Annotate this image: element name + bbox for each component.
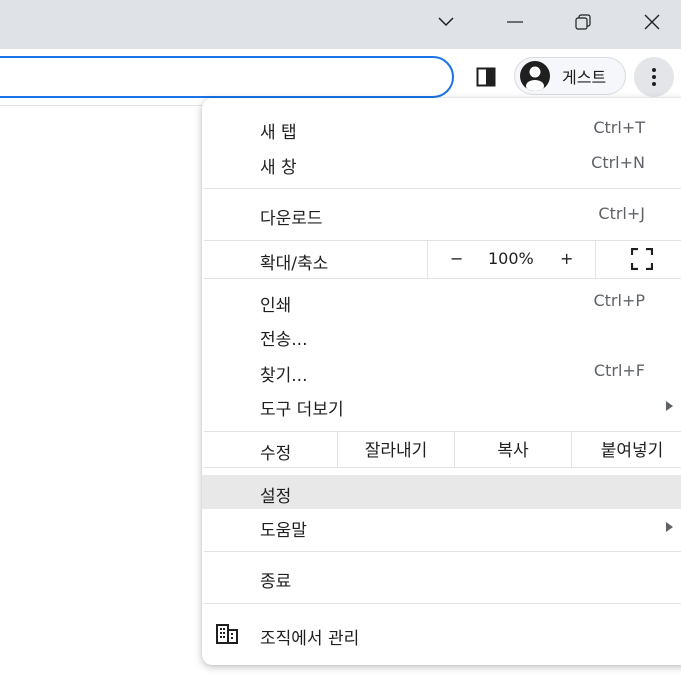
close-icon: [644, 14, 660, 30]
paste-button[interactable]: 붙여넣기: [572, 436, 681, 461]
edit-label: 수정: [260, 444, 292, 464]
downloads-label: 다운로드: [260, 209, 323, 229]
print-label: 인쇄: [260, 296, 292, 316]
new-tab-label: 새 탭: [260, 123, 297, 143]
side-panel-button[interactable]: [470, 61, 502, 93]
fullscreen-icon: [630, 247, 654, 271]
cut-button[interactable]: 잘라내기: [338, 436, 454, 461]
chevron-down-icon: [438, 17, 454, 27]
submenu-arrow-icon: [666, 401, 673, 411]
exit-label: 종료: [260, 572, 292, 592]
print-shortcut: Ctrl+P: [593, 291, 645, 310]
menu-separator: [204, 188, 681, 189]
help-label: 도움말: [260, 521, 307, 541]
close-button[interactable]: [629, 0, 675, 44]
more-vert-icon: [652, 68, 656, 86]
fullscreen-button[interactable]: [630, 247, 654, 271]
menu-separator: [204, 240, 681, 241]
title-bar: [0, 0, 681, 49]
new-window-shortcut: Ctrl+N: [591, 153, 645, 172]
zoom-value: 100%: [488, 249, 534, 268]
guest-avatar-icon: [520, 61, 550, 91]
minimize-button[interactable]: [492, 0, 538, 44]
restore-button[interactable]: [560, 0, 606, 44]
tab-search-button[interactable]: [423, 0, 469, 44]
zoom-out-button[interactable]: −: [450, 249, 463, 268]
zoom-label: 확대/축소: [260, 254, 329, 274]
new-tab-shortcut: Ctrl+T: [593, 118, 645, 137]
menu-separator: [204, 467, 681, 468]
profile-chip[interactable]: 게스트: [514, 57, 626, 95]
building-icon: [216, 624, 238, 649]
downloads-shortcut: Ctrl+J: [598, 204, 645, 223]
copy-button[interactable]: 복사: [455, 436, 571, 461]
menu-separator: [204, 551, 681, 552]
address-bar[interactable]: [0, 56, 454, 98]
side-panel-icon: [476, 67, 496, 87]
submenu-arrow-icon: [666, 522, 673, 532]
zoom-in-button[interactable]: +: [560, 249, 573, 268]
more-tools-label: 도구 더보기: [260, 400, 344, 420]
new-window-label: 새 창: [260, 158, 297, 178]
settings-label: 설정: [260, 487, 292, 507]
menu-separator: [204, 603, 681, 604]
find-label: 찾기...: [260, 366, 308, 386]
restore-icon: [575, 14, 591, 30]
zoom-divider: [427, 240, 428, 278]
profile-label: 게스트: [562, 68, 607, 87]
app-menu: 새 탭 Ctrl+T 새 창 Ctrl+N 다운로드 Ctrl+J 확대/축소 …: [202, 98, 681, 665]
minimize-icon: [507, 21, 523, 23]
menu-button[interactable]: [634, 57, 674, 97]
cast-label: 전송...: [260, 330, 308, 350]
managed-label: 조직에서 관리: [260, 629, 360, 649]
find-shortcut: Ctrl+F: [593, 361, 645, 380]
menu-separator: [204, 278, 681, 279]
menu-separator: [204, 431, 681, 432]
zoom-divider: [595, 240, 596, 278]
